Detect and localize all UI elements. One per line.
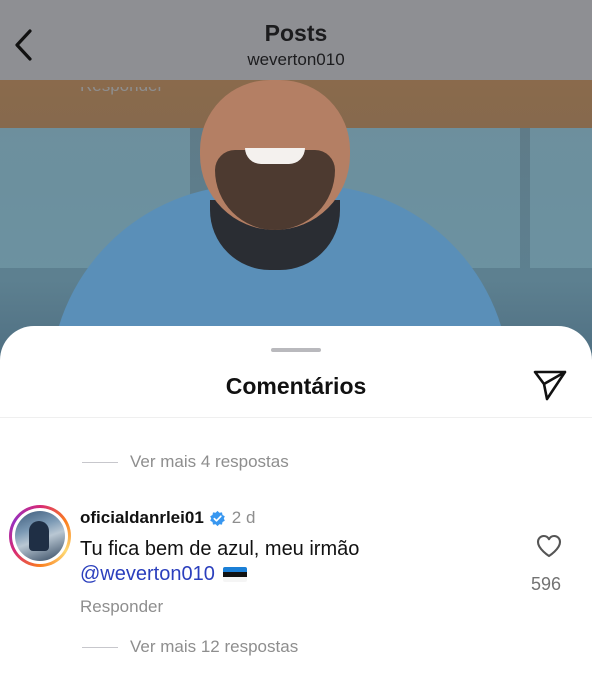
reply-button-cut-off[interactable]: Responder [80, 87, 163, 103]
view-more-replies-label: Ver mais 4 respostas [130, 452, 289, 471]
comment-body: Tu fica bem de azul, meu irmão @weverton… [80, 537, 510, 587]
reply-button[interactable]: Responder [80, 597, 163, 617]
comment-username[interactable]: oficialdanrlei01 [80, 508, 204, 528]
post-background: Posts weverton010 [0, 0, 592, 360]
view-more-replies-button[interactable]: Ver mais 4 respostas [82, 452, 289, 472]
post-photo [0, 80, 592, 360]
view-more-replies-button-2[interactable]: Ver mais 12 respostas [82, 637, 298, 657]
paper-plane-icon[interactable] [532, 368, 568, 402]
sheet-divider [0, 417, 592, 418]
verified-badge-icon [209, 510, 225, 526]
sheet-grabber-handle[interactable] [271, 348, 321, 352]
view-more-replies-label: Ver mais 12 respostas [130, 637, 299, 656]
top-bar: Posts weverton010 [0, 0, 592, 80]
comments-sheet: Comentários [0, 326, 592, 675]
page-title: Posts [264, 20, 328, 46]
comment-header: oficialdanrlei01 2 d [80, 508, 255, 528]
comment-time: 2 d [231, 508, 256, 527]
replies-dash [82, 461, 118, 463]
heart-outline-icon[interactable] [536, 534, 562, 558]
comment-mention-link[interactable]: @weverton010 [80, 563, 215, 585]
replies-dash [82, 646, 118, 648]
estonia-flag-icon [222, 567, 247, 583]
page-subtitle-username[interactable]: weverton010 [0, 50, 592, 70]
sheet-title: Comentários [225, 373, 367, 399]
avatar[interactable] [9, 505, 71, 567]
comment-text: Tu fica bem de azul, meu irmão [80, 538, 360, 560]
like-count: 596 [531, 574, 562, 594]
